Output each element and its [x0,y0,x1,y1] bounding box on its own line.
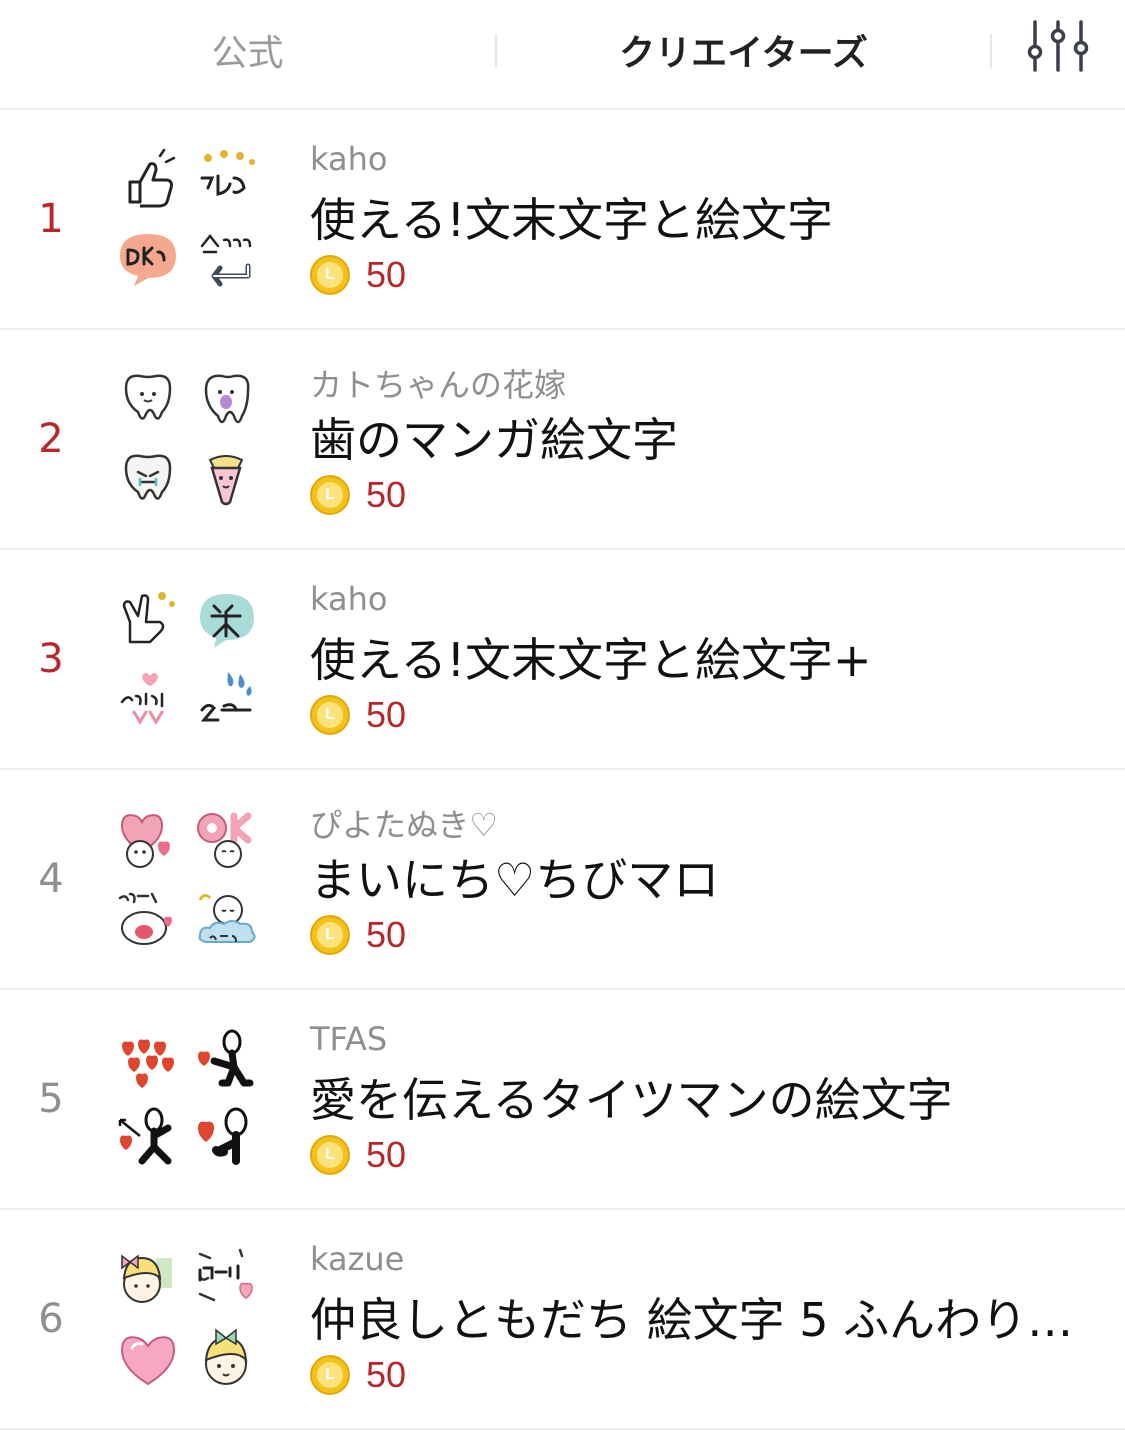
creator-name: ぴよたぬき♡ [310,806,499,844]
peace-hand-emoji [122,592,175,644]
line-coin-icon: L [310,255,350,295]
tab-creators[interactable]: クリエイターズ [497,0,990,100]
rank-number: 6 [38,1296,64,1342]
rank-number: 5 [38,1076,64,1122]
price-value: 50 [366,254,407,295]
sticker-title: 使える!文末文字と絵文字+ [310,633,872,687]
sticker-thumbnail [112,584,262,734]
price: L 50 [310,1134,406,1176]
sticker-thumbnail [112,1024,262,1174]
sliders-icon [1027,20,1089,72]
tab-bar: 公式 クリエイターズ [0,0,1125,110]
creator-name: kazue [310,1240,405,1278]
ranking-list: 1 kaho 使える!文末文字と絵文字 L 50 2 カトちゃんの花嫁 歯のマン… [0,110,1125,1430]
price: L 50 [310,474,406,516]
line-coin-icon: L [310,1355,350,1395]
ranking-item[interactable]: 4 ぴよたぬき♡ まいにち♡ちびマロ L 50 [0,770,1125,990]
thumbs-up-emoji [128,148,176,208]
eeen-drops-emoji [200,672,252,722]
girl-ribbon-emoji [204,1328,248,1385]
rank-number: 4 [38,856,64,902]
tooth-crown-emoji [208,455,244,506]
tooth-surprised-emoji [204,374,250,424]
price: L 50 [310,1354,406,1396]
price-value: 50 [366,914,407,955]
tab-official[interactable]: 公式 [0,0,495,100]
ok-donut-emoji [197,812,252,868]
tab-divider [990,34,992,68]
sticker-thumbnail [112,804,262,954]
creator-name: TFAS [310,1020,388,1058]
sticker-title: 使える!文末文字と絵文字 [310,193,834,247]
goodnight-cloud-emoji [198,893,256,943]
raja-text-emoji [200,150,255,196]
haai-mochi-emoji [118,892,172,945]
sticker-thumbnail [112,364,262,514]
rank-number: 3 [38,636,64,682]
line-coin-icon: L [310,475,350,515]
tooth-crying-emoji [124,454,172,500]
ranking-item[interactable]: 3 kaho 使える!文末文字と絵文字+ L 50 [0,550,1125,770]
ranking-item[interactable]: 5 TFAS 愛を伝えるタイツマンの絵文字 L 50 [0,990,1125,1210]
sticker-title: 歯のマンガ絵文字 [310,413,678,467]
sticker-title: 愛を伝えるタイツマンの絵文字 [310,1073,953,1127]
price: L 50 [310,254,406,296]
price: L 50 [310,914,406,956]
ok-heart-emoji [120,814,170,868]
ranking-item[interactable]: 2 カトちゃんの花嫁 歯のマンガ絵文字 L 50 [0,330,1125,550]
tights-man-arrow-emoji [118,1107,172,1165]
price-value: 50 [366,1354,407,1395]
ranking-item[interactable]: 1 kaho 使える!文末文字と絵文字 L 50 [0,110,1125,330]
tights-man-throw-emoji [198,1029,254,1087]
creator-name: kaho [310,140,388,178]
price-value: 50 [366,474,407,515]
price: L 50 [310,694,406,736]
sticker-thumbnail [112,1244,262,1394]
laugh-bubble-emoji [200,594,254,648]
filter-button[interactable] [1027,18,1089,74]
price-value: 50 [366,694,407,735]
pink-heart-emoji [120,1336,176,1386]
sticker-title: まいにち♡ちびマロ [310,853,720,907]
hearts-emoji [122,1039,174,1088]
line-coin-icon: L [310,1135,350,1175]
arrow-now-emoji [200,233,252,287]
rank-number: 1 [38,196,64,242]
tights-man-heart-emoji [198,1107,248,1165]
haai-text-emoji [198,1248,253,1302]
creator-name: カトちゃんの花嫁 [310,366,567,404]
doki-bubble-emoji [120,234,176,286]
bow-arrows-emoji [120,673,164,725]
rank-number: 2 [38,416,64,462]
tooth-smile-emoji [124,374,172,420]
girl-bow-emoji [121,1254,172,1303]
price-value: 50 [366,1134,407,1175]
sticker-thumbnail [112,144,262,294]
line-coin-icon: L [310,695,350,735]
ranking-item[interactable]: 6 kazue 仲良しともだち 絵文字 5 ふんわり… L 50 [0,1210,1125,1430]
sticker-title: 仲良しともだち 絵文字 5 ふんわり… [310,1293,1074,1347]
line-coin-icon: L [310,915,350,955]
creator-name: kaho [310,580,388,618]
